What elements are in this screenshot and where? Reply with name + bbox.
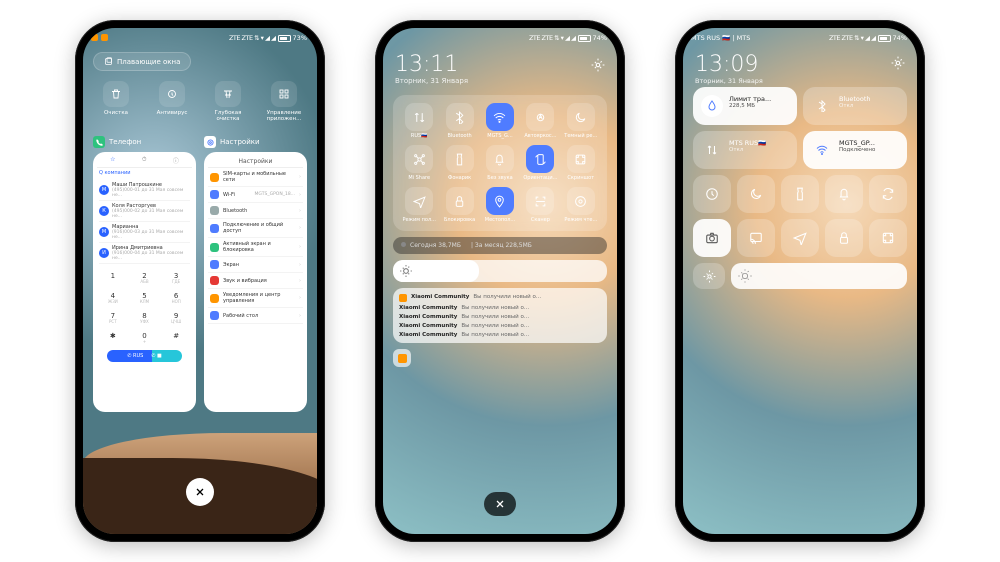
key-3[interactable]: 3ГДЕ	[160, 268, 192, 288]
screen: ZTE ZTE ⇅ ▾ ◢ ◢ 74% 13:11 Вторник, 31 Ян…	[383, 28, 617, 534]
key-0[interactable]: 0+	[129, 328, 161, 348]
key-4[interactable]: 4ЖЗИ	[97, 288, 129, 308]
close-shade-button[interactable]	[484, 492, 516, 516]
cc-sync[interactable]	[869, 175, 907, 213]
key-9[interactable]: 9ЦЧШ	[160, 308, 192, 328]
key-2[interactable]: 2АБВ	[129, 268, 161, 288]
cc-torch[interactable]	[781, 175, 819, 213]
key-6[interactable]: 6НОП	[160, 288, 192, 308]
screen: MTS RUS 🇷🇺 | MTS ZTE ZTE ⇅ ▾ ◢ ◢ 74% 13:…	[683, 28, 917, 534]
cc-clock[interactable]	[693, 175, 731, 213]
mini-notif[interactable]	[393, 349, 411, 367]
cc-moon[interactable]	[737, 175, 775, 213]
qs-panel: RUS🇷🇺BluetoothMGTS_G...Автояркос...Темны…	[393, 95, 607, 231]
cc-lock[interactable]	[825, 219, 863, 257]
cc-blood[interactable]: Лимит тра...228,5 МБ	[693, 87, 797, 125]
tool-grid[interactable]: Управление приложен...	[259, 81, 309, 122]
notif-row[interactable]: Xiaomi Community Вы получили новый о...	[399, 312, 601, 321]
qs-rotate[interactable]: Ориентаци...	[522, 145, 558, 181]
contact-row[interactable]: ММарианна(916)000-03 до 31 Мая совсем не…	[99, 222, 190, 243]
qs-moon[interactable]: Темный ре...	[563, 103, 599, 139]
tool-trash[interactable]: Очистка	[91, 81, 141, 122]
settings-row[interactable]: Рабочий стол›	[208, 308, 303, 324]
data-usage-bar[interactable]: Сегодня 38,7МБ| За месяц 228,5МБ	[393, 237, 607, 254]
status-bar: ZTE ZTE ⇅ ▾ ◢ ◢ 74%	[383, 28, 617, 48]
key-8[interactable]: 8УФХ	[129, 308, 161, 328]
brightness-slider[interactable]	[731, 263, 907, 289]
notif-row[interactable]: Xiaomi Community Вы получили новый о...	[399, 330, 601, 339]
tool-shield[interactable]: Антивирус	[147, 81, 197, 122]
settings-icon	[204, 136, 216, 148]
qs-data[interactable]: RUS🇷🇺	[401, 103, 437, 139]
phone-icon	[93, 136, 105, 148]
settings-row[interactable]: Подключение и общий доступ›	[208, 219, 303, 238]
cc-bell[interactable]	[825, 175, 863, 213]
cc-wifi[interactable]: MGTS_GP...Подключено	[803, 131, 907, 169]
qs-lock[interactable]: Блокировка	[441, 187, 477, 223]
settings-row[interactable]: Звук и вибрация›	[208, 273, 303, 289]
cc-plane[interactable]	[781, 219, 819, 257]
settings-row[interactable]: SIM-карты и мобильные сети›	[208, 168, 303, 187]
recent-card-settings[interactable]: Настройки SIM-карты и мобильные сети›Wi-…	[204, 152, 307, 412]
tool-broom[interactable]: Глубокая очистка	[203, 81, 253, 122]
key-7[interactable]: 7РСТ	[97, 308, 129, 328]
key-#[interactable]: #	[160, 328, 192, 348]
qs-bell[interactable]: Без звука	[482, 145, 518, 181]
key-✱[interactable]: ✱	[97, 328, 129, 348]
settings-icon[interactable]	[591, 58, 605, 72]
settings-icon[interactable]	[891, 56, 905, 70]
settings-row[interactable]: Активный экран и блокировка›	[208, 238, 303, 257]
cc-data[interactable]: MTS RUS🇷🇺Откл	[693, 131, 797, 169]
stage: ZTE ZTE ⇅ ▾ ◢ ◢ 73% Плавающие окна Очист…	[0, 0, 1000, 562]
screen: ZTE ZTE ⇅ ▾ ◢ ◢ 73% Плавающие окна Очист…	[83, 28, 317, 534]
qs-loc[interactable]: Местопол...	[482, 187, 518, 223]
key-1[interactable]: 1	[97, 268, 129, 288]
qs-wifi[interactable]: MGTS_G...	[482, 103, 518, 139]
cc-cast[interactable]	[737, 219, 775, 257]
settings-row[interactable]: Уведомления и центр управления›	[208, 289, 303, 308]
qs-bt[interactable]: Bluetooth	[441, 103, 477, 139]
brightness-slider[interactable]	[393, 260, 607, 282]
status-bar: MTS RUS 🇷🇺 | MTS ZTE ZTE ⇅ ▾ ◢ ◢ 74%	[683, 28, 917, 48]
status-bar: ZTE ZTE ⇅ ▾ ◢ ◢ 73%	[83, 28, 317, 48]
phone-shade: ZTE ZTE ⇅ ▾ ◢ ◢ 74% 13:11 Вторник, 31 Ян…	[375, 20, 625, 542]
qs-torch[interactable]: Фонарик	[441, 145, 477, 181]
notif-row[interactable]: Xiaomi Community Вы получили новый о...	[399, 303, 601, 312]
close-recents-button[interactable]	[186, 478, 214, 506]
cc-camera[interactable]	[693, 219, 731, 257]
cc-shot[interactable]	[869, 219, 907, 257]
qs-plane[interactable]: Режим пол...	[401, 187, 437, 223]
phone-controlcenter: MTS RUS 🇷🇺 | MTS ZTE ZTE ⇅ ▾ ◢ ◢ 74% 13:…	[675, 20, 925, 542]
notif-row[interactable]: Xiaomi Community Вы получили новый о...	[399, 292, 601, 303]
recent-card-phone[interactable]: ☆⏱ⓘ Q компании ММаши Патрошкине(495)000-…	[93, 152, 196, 412]
clock: 13:09	[695, 52, 758, 77]
qs-shot[interactable]: Скриншот	[563, 145, 599, 181]
phone-recents: ZTE ZTE ⇅ ▾ ◢ ◢ 73% Плавающие окна Очист…	[75, 20, 325, 542]
notifications[interactable]: Xiaomi Community Вы получили новый о...X…	[393, 288, 607, 343]
qs-share[interactable]: Mi Share	[401, 145, 437, 181]
qs-auto[interactable]: Автояркос...	[522, 103, 558, 139]
settings-row[interactable]: Bluetooth›	[208, 203, 303, 219]
cc-bt[interactable]: BluetoothОткл	[803, 87, 907, 125]
qs-read[interactable]: Режим чте...	[563, 187, 599, 223]
contact-row[interactable]: ММаши Патрошкине(495)000-01 до 31 Мая со…	[99, 180, 190, 201]
clock: 13:11	[395, 52, 458, 77]
settings-row[interactable]: Wi-FiMGTS_GPON_18...›	[208, 187, 303, 203]
contact-row[interactable]: ККоля Расторгуев(495)000-02 до 31 Мая со…	[99, 201, 190, 222]
qs-scan[interactable]: Сканер	[522, 187, 558, 223]
floating-windows-chip[interactable]: Плавающие окна	[93, 52, 191, 71]
notif-row[interactable]: Xiaomi Community Вы получили новый о...	[399, 321, 601, 330]
settings-row[interactable]: Экран›	[208, 257, 303, 273]
key-5[interactable]: 5КЛМ	[129, 288, 161, 308]
cc-settings-button[interactable]	[693, 263, 725, 289]
contact-row[interactable]: ИИрина Дмитриевна(916)000-04 до 31 Мая с…	[99, 243, 190, 264]
